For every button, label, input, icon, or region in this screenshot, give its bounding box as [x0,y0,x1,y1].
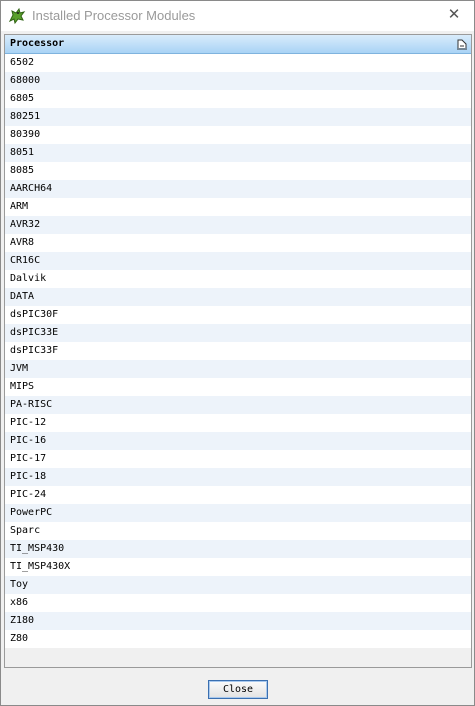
table-row[interactable]: DATA [5,288,471,306]
table-row[interactable]: PowerPC [5,504,471,522]
title-bar[interactable]: Installed Processor Modules ✕ [1,1,474,31]
table-row[interactable]: AVR32 [5,216,471,234]
table-row[interactable]: PIC-17 [5,450,471,468]
table-row[interactable]: ARM [5,198,471,216]
table-row[interactable]: dsPIC33E [5,324,471,342]
table-row[interactable]: PIC-24 [5,486,471,504]
table-row[interactable]: Toy [5,576,471,594]
table-row[interactable]: dsPIC30F [5,306,471,324]
table-row[interactable]: 6805 [5,90,471,108]
table-row[interactable]: CR16C [5,252,471,270]
sort-column-icon[interactable] [455,37,469,51]
table-row[interactable]: AARCH64 [5,180,471,198]
table-row[interactable]: 8085 [5,162,471,180]
table-row[interactable]: PIC-12 [5,414,471,432]
window-title: Installed Processor Modules [32,8,196,23]
processor-list: 6502 68000 6805 80251 80390 8051 8085 AARCH64 AR… [5,54,471,648]
table-row[interactable]: Z80 [5,630,471,648]
table-row[interactable]: Z180 [5,612,471,630]
close-icon[interactable]: ✕ [446,7,462,23]
table-row[interactable]: PIC-18 [5,468,471,486]
table-row[interactable]: 6502 [5,54,471,72]
table-row[interactable]: 68000 [5,72,471,90]
close-button[interactable]: Close [208,680,268,699]
table-row[interactable]: 80390 [5,126,471,144]
table-row[interactable]: MIPS [5,378,471,396]
table-row[interactable]: PIC-16 [5,432,471,450]
table-row[interactable]: TI_MSP430X [5,558,471,576]
table-row[interactable]: PA-RISC [5,396,471,414]
table-row[interactable]: Dalvik [5,270,471,288]
processor-modules-dialog: Installed Processor Modules ✕ Processor … [0,0,475,706]
table-row[interactable]: dsPIC33F [5,342,471,360]
table-row[interactable]: TI_MSP430 [5,540,471,558]
dragon-icon [8,7,26,25]
column-header-label: Processor [10,38,65,49]
table-row[interactable]: AVR8 [5,234,471,252]
processor-table: Processor 6502 68000 6805 80251 80390 8051 808… [4,34,472,668]
column-header-processor[interactable]: Processor [5,35,471,54]
table-row[interactable]: x86 [5,594,471,612]
table-row[interactable]: JVM [5,360,471,378]
table-row[interactable]: 80251 [5,108,471,126]
table-row[interactable]: 8051 [5,144,471,162]
table-row[interactable]: Sparc [5,522,471,540]
